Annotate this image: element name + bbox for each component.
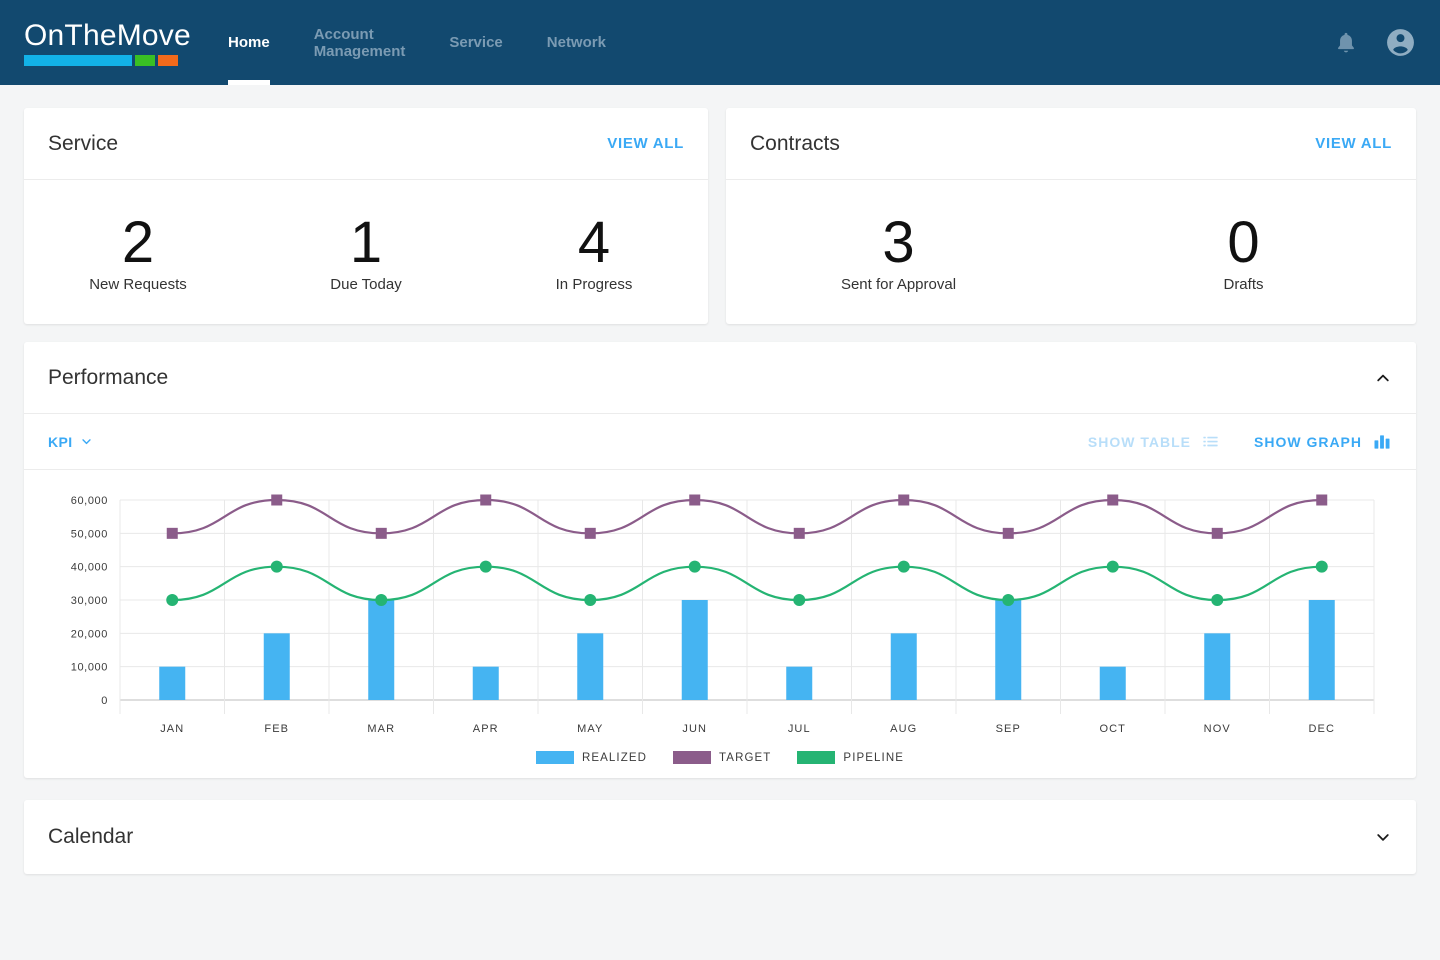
legend-item-realized[interactable]: REALIZED: [536, 751, 647, 764]
nav-item-home[interactable]: Home: [206, 0, 292, 85]
stat-value: 1: [350, 212, 382, 274]
logo-bar-orange: [158, 55, 178, 66]
logo-bar-blue: [24, 55, 132, 66]
kpi-dropdown[interactable]: KPI: [48, 434, 93, 450]
kpi-dropdown-label: KPI: [48, 434, 73, 450]
calendar-panel: Calendar: [24, 800, 1416, 874]
svg-text:JUN: JUN: [682, 723, 707, 735]
app-header: OnTheMove Home Account Management Servic…: [0, 0, 1440, 85]
account-circle-icon: [1385, 27, 1416, 58]
nav-item-network[interactable]: Network: [525, 0, 628, 85]
svg-text:AUG: AUG: [890, 723, 917, 735]
summary-cards-row: Service VIEW ALL 2 New Requests 1 Due To…: [24, 108, 1416, 324]
svg-text:10,000: 10,000: [71, 662, 108, 674]
stat-sent-for-approval[interactable]: 3 Sent for Approval: [726, 180, 1071, 324]
legend-label-target: TARGET: [719, 752, 771, 764]
chevron-down-icon: [80, 435, 93, 448]
chevron-up-icon[interactable]: [1374, 369, 1392, 387]
logo-bar-green: [135, 55, 155, 66]
stat-value: 0: [1227, 212, 1259, 274]
main-nav: Home Account Management Service Network: [206, 0, 628, 85]
legend-label-pipeline: PIPELINE: [843, 752, 904, 764]
svg-text:FEB: FEB: [264, 723, 289, 735]
svg-text:NOV: NOV: [1204, 723, 1231, 735]
svg-text:60,000: 60,000: [71, 495, 108, 507]
legend-swatch-pipeline: [797, 751, 835, 764]
legend-item-target[interactable]: TARGET: [673, 751, 771, 764]
bell-icon: [1333, 29, 1359, 57]
show-table-label: SHOW TABLE: [1088, 434, 1191, 450]
brand-logo-bars: [24, 55, 176, 66]
performance-panel: Performance KPI SHOW TABLE: [24, 342, 1416, 778]
svg-text:OCT: OCT: [1099, 723, 1126, 735]
nav-item-account-management[interactable]: Account Management: [292, 0, 428, 85]
stat-label: Due Today: [330, 276, 401, 293]
show-table-button[interactable]: SHOW TABLE: [1088, 432, 1220, 451]
performance-title: Performance: [48, 366, 168, 390]
service-card-title: Service: [48, 132, 118, 156]
bar-chart-icon: [1372, 432, 1392, 452]
legend-item-pipeline[interactable]: PIPELINE: [797, 751, 904, 764]
svg-text:40,000: 40,000: [71, 562, 108, 574]
calendar-panel-header[interactable]: Calendar: [24, 800, 1416, 874]
svg-text:50,000: 50,000: [71, 528, 108, 540]
show-graph-label: SHOW GRAPH: [1254, 434, 1362, 450]
contracts-view-all-link[interactable]: VIEW ALL: [1315, 135, 1392, 152]
svg-text:DEC: DEC: [1308, 723, 1335, 735]
performance-panel-header[interactable]: Performance: [24, 342, 1416, 414]
stat-drafts[interactable]: 0 Drafts: [1071, 180, 1416, 324]
brand-logo[interactable]: OnTheMove: [24, 20, 176, 66]
contracts-card-header: Contracts VIEW ALL: [726, 108, 1416, 180]
legend-label-realized: REALIZED: [582, 752, 647, 764]
view-toggles: SHOW TABLE SHOW GRAPH: [1088, 432, 1392, 452]
stat-label: Sent for Approval: [841, 276, 956, 293]
stat-value: 4: [578, 212, 610, 274]
contracts-card: Contracts VIEW ALL 3 Sent for Approval 0…: [726, 108, 1416, 324]
svg-text:30,000: 30,000: [71, 595, 108, 607]
notifications-button[interactable]: [1333, 29, 1359, 57]
svg-text:JAN: JAN: [160, 723, 184, 735]
chevron-down-icon[interactable]: [1374, 828, 1392, 846]
brand-logo-text: OnTheMove: [24, 20, 176, 52]
stat-label: In Progress: [556, 276, 633, 293]
kpi-toolbar: KPI SHOW TABLE S: [24, 414, 1416, 470]
svg-text:0: 0: [101, 695, 108, 707]
legend-swatch-realized: [536, 751, 574, 764]
stat-value: 2: [122, 212, 154, 274]
service-card-header: Service VIEW ALL: [24, 108, 708, 180]
stat-due-today[interactable]: 1 Due Today: [252, 180, 480, 324]
svg-text:APR: APR: [473, 723, 499, 735]
stat-label: New Requests: [89, 276, 187, 293]
svg-text:SEP: SEP: [996, 723, 1021, 735]
nav-item-service[interactable]: Service: [427, 0, 524, 85]
header-actions: [1333, 27, 1416, 58]
svg-text:MAY: MAY: [577, 723, 603, 735]
kpi-chart[interactable]: 0 10,000 20,000 30,000 40,000 50,000 60,000 JAN…: [48, 492, 1392, 742]
stat-new-requests[interactable]: 2 New Requests: [24, 180, 252, 324]
svg-text:20,000: 20,000: [71, 628, 108, 640]
service-view-all-link[interactable]: VIEW ALL: [607, 135, 684, 152]
stat-value: 3: [882, 212, 914, 274]
chart-legend: REALIZED TARGET PIPELINE: [48, 751, 1392, 764]
calendar-title: Calendar: [48, 825, 133, 849]
account-button[interactable]: [1385, 27, 1416, 58]
contracts-stats: 3 Sent for Approval 0 Drafts: [726, 180, 1416, 324]
svg-text:MAR: MAR: [367, 723, 395, 735]
contracts-card-title: Contracts: [750, 132, 840, 156]
stat-in-progress[interactable]: 4 In Progress: [480, 180, 708, 324]
service-stats: 2 New Requests 1 Due Today 4 In Progress: [24, 180, 708, 324]
show-graph-button[interactable]: SHOW GRAPH: [1254, 432, 1392, 452]
legend-swatch-target: [673, 751, 711, 764]
svg-text:JUL: JUL: [788, 723, 811, 735]
stat-label: Drafts: [1223, 276, 1263, 293]
list-view-icon: [1201, 432, 1220, 451]
performance-chart-area: 0 10,000 20,000 30,000 40,000 50,000 60,000 JAN…: [24, 470, 1416, 778]
page-content: Service VIEW ALL 2 New Requests 1 Due To…: [0, 85, 1440, 874]
service-card: Service VIEW ALL 2 New Requests 1 Due To…: [24, 108, 708, 324]
